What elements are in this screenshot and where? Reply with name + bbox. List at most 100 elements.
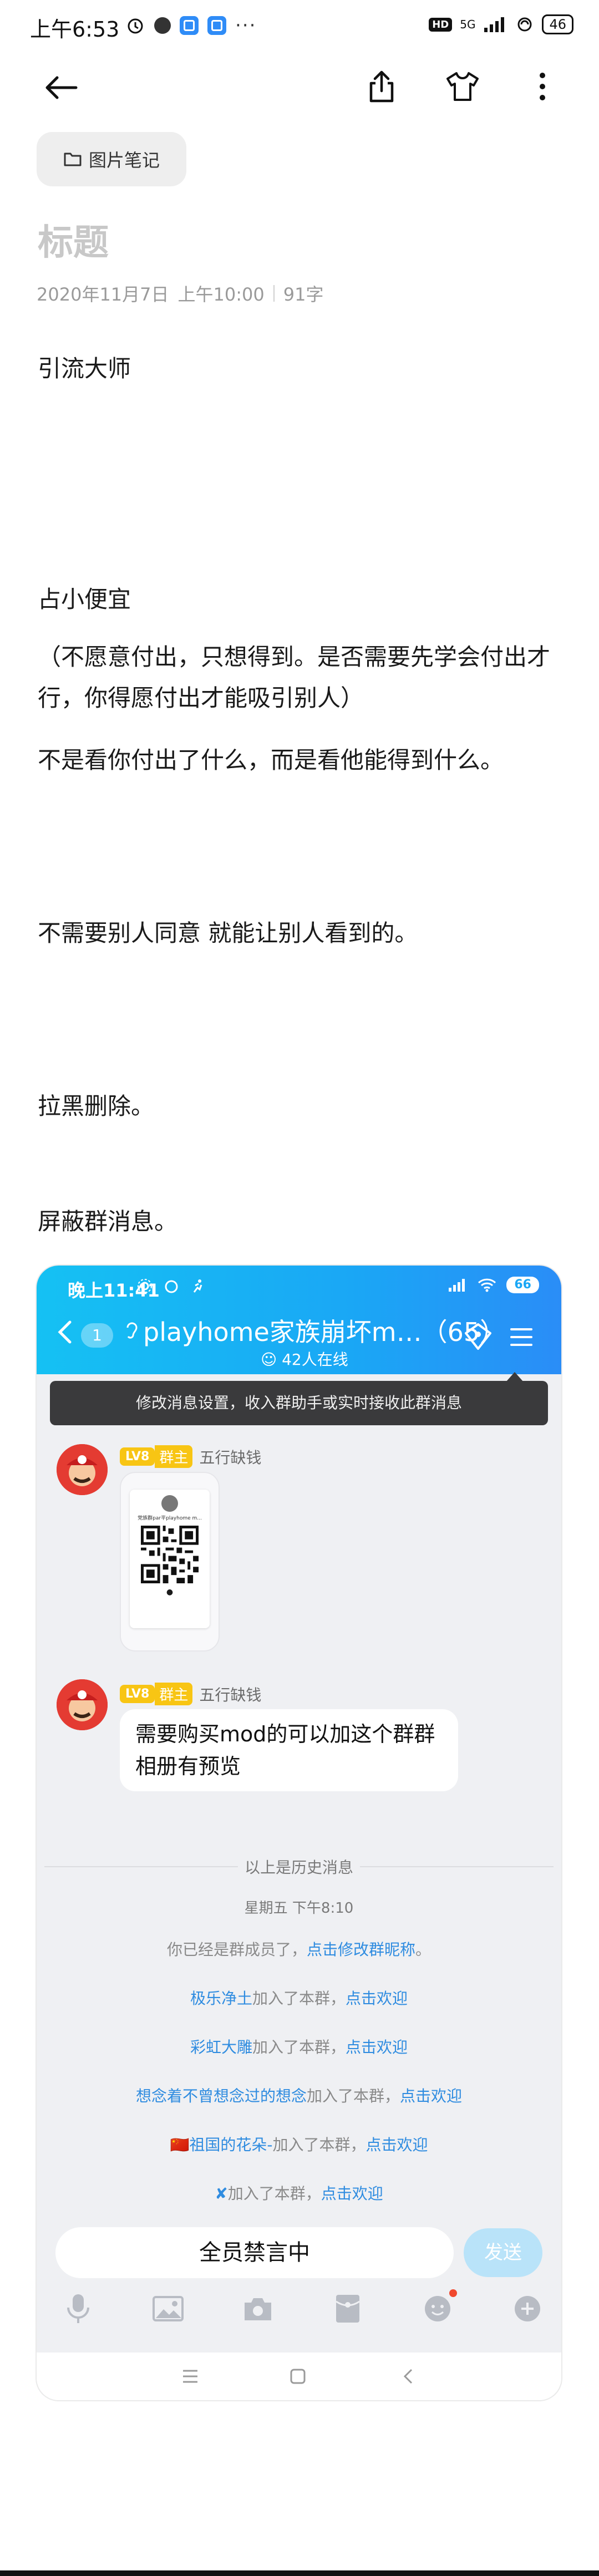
date-note: 星期五 下午8:10 (244, 1900, 354, 1917)
app-notification-icon (207, 16, 226, 35)
mario-avatar-icon (57, 1679, 108, 1730)
qr-avatar (161, 1495, 178, 1512)
camera-icon (245, 2298, 271, 2320)
sender-info: LV8 群主 五行缺钱 (120, 1445, 261, 1468)
note-paragraph[interactable]: 不需要别人同意 就能让别人看到的。 (38, 913, 565, 954)
member-name-link[interactable]: 想念着不曾想念过的想念 (136, 2087, 307, 2105)
app-notification-icon (154, 17, 171, 34)
unread-badge[interactable]: 1 (81, 1323, 113, 1348)
more-actions-button[interactable] (508, 2289, 547, 2328)
embedded-chat-screenshot[interactable]: 晚上11:41 66 1 playhome家族崩坏m…（65） ☺ 42人在线 … (37, 1266, 561, 2400)
group-assistant-icon[interactable] (461, 1321, 495, 1352)
link-icon (517, 17, 532, 32)
status-notification-icons: ··· (125, 14, 256, 37)
share-icon (369, 70, 394, 103)
share-button[interactable] (359, 64, 404, 109)
level-badge: LV8 (120, 1447, 155, 1466)
qr-code-icon (141, 1526, 199, 1583)
join-notice: 想念着不曾想念过的想念加入了本群，点击欢迎 (135, 2087, 463, 2105)
app-notification-icon (180, 16, 199, 35)
more-notifications-icon: ··· (235, 14, 257, 37)
settings-icon (138, 1279, 152, 1293)
word-count: 91字 (283, 284, 324, 305)
message-settings-tooltip[interactable]: 修改消息设置，收入群助手或实时接收此群消息 (50, 1381, 548, 1425)
alarm-icon (165, 1280, 178, 1293)
notification-dot (449, 2289, 457, 2297)
welcome-link[interactable]: 点击欢迎 (346, 2038, 408, 2056)
wifi-icon (478, 1278, 496, 1292)
note-meta: 2020年11月7日 上午10:00 91字 (37, 281, 324, 306)
note-title-input[interactable]: 标题 (38, 214, 109, 265)
chat-back-button[interactable] (57, 1320, 72, 1351)
input-toolbar (59, 2289, 547, 2328)
red-packet-button[interactable] (328, 2289, 367, 2328)
more-vertical-icon (540, 73, 545, 100)
note-paragraph[interactable]: 屏蔽群消息。 (38, 1201, 565, 1242)
theme-button[interactable] (440, 64, 485, 109)
owner-badge: 群主 (155, 1683, 193, 1705)
mario-avatar-icon (57, 1444, 108, 1495)
sender-info: LV8 群主 五行缺钱 (120, 1683, 261, 1705)
back-icon[interactable] (403, 2368, 414, 2385)
note-paragraph[interactable]: 不是看你付出了什么，而是看他能得到什么。 (38, 740, 565, 781)
more-menu-button[interactable] (520, 64, 565, 109)
note-paragraph[interactable]: （不愿意付出，只想得到。是否需要先学会付出才行，你得愿付出才能吸引别人） (38, 637, 565, 719)
back-button[interactable] (39, 65, 83, 110)
image-message[interactable]: 党族群par平playhome m... ● (120, 1472, 220, 1652)
text-message-bubble[interactable]: 需要购买mod的可以加这个群群相册有预览 (120, 1709, 458, 1791)
folder-chip[interactable]: 图片笔记 (37, 132, 186, 186)
avatar[interactable] (57, 1444, 108, 1495)
status-right: HD 5G 46 (429, 14, 573, 34)
chat-battery: 66 (506, 1277, 539, 1293)
signal-icon (484, 17, 505, 32)
status-time: 上午6:53 (30, 17, 120, 42)
welcome-link[interactable]: 点击欢迎 (346, 1989, 408, 2008)
chat-header: 晚上11:41 66 1 playhome家族崩坏m…（65） ☺ 42人在线 (37, 1266, 561, 1374)
note-paragraph[interactable]: 引流大师 (38, 348, 565, 389)
system-nav-bar (37, 2353, 561, 2400)
join-notice: 极乐净土加入了本群，点击欢迎 (190, 1989, 408, 2008)
online-icon: ☺ (261, 1350, 277, 1369)
folder-label: 图片笔记 (88, 150, 160, 171)
edit-nickname-link[interactable]: 点击修改群昵称 (307, 1940, 415, 1959)
note-time: 上午10:00 (177, 284, 265, 305)
sender-nickname: 五行缺钱 (199, 1685, 262, 1704)
home-icon[interactable] (290, 2368, 306, 2385)
send-button[interactable]: 发送 (464, 2228, 542, 2277)
member-name-link[interactable]: ✘ (215, 2184, 227, 2203)
ear-icon (126, 1322, 138, 1339)
chat-status-right: 66 (448, 1277, 539, 1293)
chevron-left-icon (58, 1320, 72, 1344)
signal-icon (449, 1279, 465, 1292)
online-count: ☺ 42人在线 (261, 1350, 348, 1369)
welcome-link[interactable]: 点击欢迎 (400, 2087, 462, 2105)
alarm-icon (128, 18, 143, 34)
red-packet-icon (336, 2295, 360, 2323)
member-name-link[interactable]: 🇨🇳祖国的花朵- (170, 2136, 273, 2154)
hd-badge: HD (429, 17, 453, 32)
note-paragraph[interactable]: 占小便宜 (38, 579, 565, 620)
owner-badge: 群主 (155, 1445, 193, 1468)
history-note: 以上是历史消息 (37, 1856, 561, 1878)
welcome-link[interactable]: 点击欢迎 (366, 2136, 428, 2154)
voice-button[interactable] (59, 2289, 98, 2328)
member-name-link[interactable]: 彩虹大雕 (190, 2038, 252, 2056)
note-date: 2020年11月7日 (37, 284, 169, 305)
group-title[interactable]: playhome家族崩坏m…（65） (143, 1312, 505, 1349)
join-notice: ✘加入了本群，点击欢迎 (215, 2184, 383, 2203)
join-notice: 彩虹大雕加入了本群，点击欢迎 (190, 2038, 408, 2056)
avatar[interactable] (57, 1679, 108, 1730)
network-label: 5G (460, 18, 476, 31)
recent-apps-icon[interactable] (182, 2369, 199, 2384)
gallery-button[interactable] (149, 2289, 187, 2328)
welcome-link[interactable]: 点击欢迎 (321, 2184, 383, 2203)
member-name-link[interactable]: 极乐净土 (190, 1989, 252, 2008)
camera-button[interactable] (238, 2289, 277, 2328)
penguin-icon: ● (166, 1588, 174, 1597)
note-paragraph[interactable]: 拉黑删除。 (38, 1086, 565, 1127)
microphone-icon (67, 2294, 89, 2323)
menu-icon[interactable] (509, 1327, 534, 1348)
qr-card: 党族群par平playhome m... ● (130, 1490, 210, 1628)
sender-nickname: 五行缺钱 (199, 1448, 262, 1467)
emoji-button[interactable] (418, 2289, 457, 2328)
